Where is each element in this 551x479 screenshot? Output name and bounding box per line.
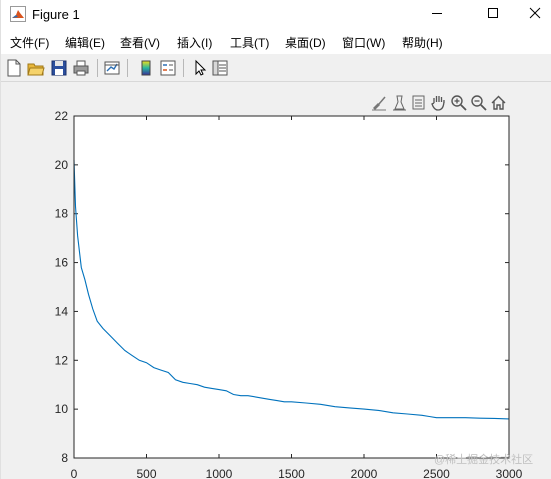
axes-background — [74, 116, 509, 458]
watermark: @稀土掘金技术社区 — [434, 454, 534, 466]
x-tick-label: 2500 — [423, 467, 450, 479]
x-tick-label: 0 — [71, 467, 78, 479]
x-tick-label: 1500 — [278, 467, 305, 479]
x-tick-label: 3000 — [496, 467, 523, 479]
y-tick-label: 14 — [55, 304, 69, 318]
y-tick-label: 12 — [55, 353, 69, 367]
x-tick-label: 2000 — [351, 467, 378, 479]
x-tick-label: 1000 — [206, 467, 233, 479]
x-tick-label: 500 — [136, 467, 156, 479]
y-tick-label: 10 — [55, 402, 69, 416]
y-tick-label: 20 — [55, 158, 69, 172]
plot-area: 0 500 1000 1500 2000 2500 3000 8 10 12 14 16 18 20 22 — [55, 109, 523, 479]
y-tick-label: 8 — [61, 451, 68, 465]
y-tick-label: 22 — [55, 109, 69, 123]
y-tick-label: 18 — [55, 207, 69, 221]
y-tick-label: 16 — [55, 256, 69, 270]
figure-window: Figure 1 文件(F) 编辑(E) 查看(V) 插入(I) 工具(T) 桌… — [0, 0, 551, 479]
